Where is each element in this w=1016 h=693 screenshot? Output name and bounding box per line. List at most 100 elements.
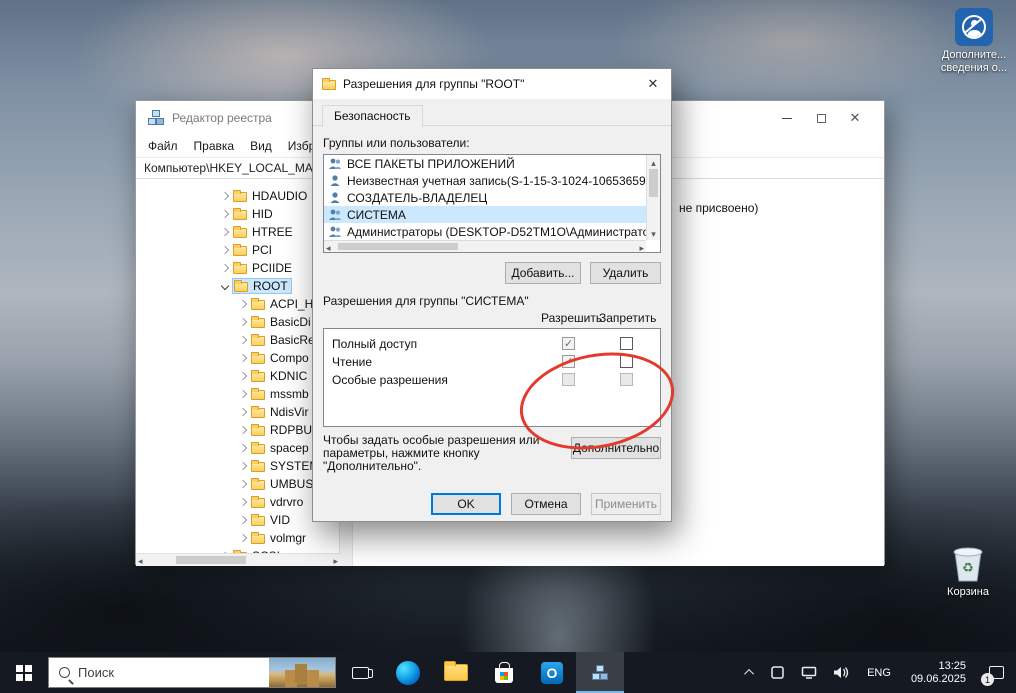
scroll-up-icon[interactable] xyxy=(651,155,656,169)
scroll-right-icon[interactable] xyxy=(331,551,340,566)
dialog-close-button[interactable] xyxy=(635,69,671,99)
minimize-icon xyxy=(782,118,792,119)
clock[interactable]: 13:25 09.06.2025 xyxy=(901,660,976,686)
group-item-system[interactable]: СИСТЕМА xyxy=(324,206,646,223)
tree-horizontal-scrollbar[interactable] xyxy=(136,553,340,566)
task-view-button[interactable] xyxy=(336,652,384,693)
desktop-icon-label: сведения о... xyxy=(938,62,1010,75)
remove-button[interactable]: Удалить xyxy=(590,262,661,284)
chevron-right-icon[interactable] xyxy=(239,480,247,488)
action-center-button[interactable]: 1 xyxy=(976,652,1016,693)
search-placeholder: Поиск xyxy=(78,665,114,680)
outlook-button[interactable]: O xyxy=(528,652,576,693)
chevron-right-icon[interactable] xyxy=(239,462,247,470)
edge-taskbar-button[interactable] xyxy=(384,652,432,693)
scroll-left-icon[interactable] xyxy=(136,551,145,566)
task-view-icon xyxy=(352,667,369,679)
maximize-button[interactable] xyxy=(804,103,838,133)
deny-column-header: Запретить xyxy=(599,311,656,325)
tray-overflow-button[interactable] xyxy=(739,652,762,693)
store-flag-icon xyxy=(500,672,508,680)
groups-horizontal-scrollbar[interactable] xyxy=(324,240,646,252)
folder-icon xyxy=(233,246,247,256)
folder-icon xyxy=(251,462,265,472)
chevron-right-icon[interactable] xyxy=(239,516,247,524)
info-app-icon xyxy=(955,8,993,46)
microsoft-store-button[interactable] xyxy=(480,652,528,693)
chevron-right-icon[interactable] xyxy=(221,192,229,200)
folder-icon xyxy=(251,534,265,544)
tree-item-volmgr[interactable]: volmgr xyxy=(136,529,352,547)
close-button[interactable] xyxy=(838,103,872,133)
search-highlight-image[interactable] xyxy=(269,658,335,687)
deny-checkbox-read[interactable] xyxy=(620,355,633,368)
network-button[interactable] xyxy=(793,652,825,693)
recycle-bin-icon[interactable]: ♻ Корзина xyxy=(932,542,1004,599)
scrollbar-thumb[interactable] xyxy=(176,556,246,564)
chevron-right-icon[interactable] xyxy=(239,318,247,326)
chevron-right-icon[interactable] xyxy=(221,264,229,272)
tablet-icon xyxy=(770,666,785,679)
chevron-right-icon[interactable] xyxy=(239,390,247,398)
chevron-up-icon xyxy=(744,669,754,679)
maximize-icon xyxy=(817,114,826,123)
chevron-right-icon[interactable] xyxy=(221,210,229,218)
menu-file[interactable]: Файл xyxy=(140,137,186,155)
deny-checkbox-full-control[interactable] xyxy=(620,337,633,350)
scroll-left-icon[interactable] xyxy=(324,240,333,254)
menu-edit[interactable]: Правка xyxy=(186,137,243,155)
dialog-titlebar[interactable]: Разрешения для группы "ROOT" xyxy=(313,69,671,99)
folder-icon xyxy=(233,228,247,238)
minimize-button[interactable] xyxy=(770,103,804,133)
chevron-right-icon[interactable] xyxy=(239,426,247,434)
folder-icon xyxy=(251,498,265,508)
groups-vertical-scrollbar[interactable] xyxy=(646,155,660,240)
folder-icon xyxy=(251,390,265,400)
group-item-all-packages[interactable]: ВСЕ ПАКЕТЫ ПРИЛОЖЕНИЙ xyxy=(324,155,646,172)
scrollbar-thumb[interactable] xyxy=(649,169,658,197)
scroll-right-icon[interactable] xyxy=(637,240,646,254)
start-button[interactable] xyxy=(0,652,48,693)
groups-label: Группы или пользователи: xyxy=(323,136,661,150)
chevron-right-icon[interactable] xyxy=(239,372,247,380)
value-text-fragment: не присвоено) xyxy=(679,201,758,215)
desktop-icon-info[interactable]: Дополните... сведения о... xyxy=(938,8,1010,75)
add-button[interactable]: Добавить... xyxy=(505,262,581,284)
chevron-right-icon[interactable] xyxy=(239,336,247,344)
group-item-administrators[interactable]: Администраторы (DESKTOP-D52TM1O\Админист… xyxy=(324,223,646,240)
chevron-right-icon[interactable] xyxy=(221,228,229,236)
chevron-right-icon[interactable] xyxy=(239,354,247,362)
taskbar-search-input[interactable]: Поиск xyxy=(48,657,336,688)
language-indicator[interactable]: ENG xyxy=(857,667,901,679)
scroll-down-icon[interactable] xyxy=(651,226,656,240)
permissions-dialog: Разрешения для группы "ROOT" Безопасност… xyxy=(312,68,672,522)
chevron-right-icon[interactable] xyxy=(239,534,247,542)
advanced-button[interactable]: Дополнительно xyxy=(571,437,661,459)
folder-icon xyxy=(251,354,265,364)
user-icon xyxy=(328,174,342,187)
advanced-note-text: Чтобы задать особые разрешения или парам… xyxy=(323,434,571,473)
scrollbar-thumb[interactable] xyxy=(338,243,458,250)
tab-security[interactable]: Безопасность xyxy=(322,105,423,128)
ok-button[interactable]: OK xyxy=(431,493,501,515)
chevron-right-icon[interactable] xyxy=(239,300,247,308)
chevron-right-icon[interactable] xyxy=(239,498,247,506)
folder-icon xyxy=(233,264,247,274)
chevron-right-icon[interactable] xyxy=(239,444,247,452)
chevron-right-icon[interactable] xyxy=(239,408,247,416)
group-item-creator-owner[interactable]: СОЗДАТЕЛЬ-ВЛАДЕЛЕЦ xyxy=(324,189,646,206)
edge-browser-icon xyxy=(396,661,420,685)
svg-text:♻: ♻ xyxy=(962,560,974,575)
regedit-window-title: Редактор реестра xyxy=(172,111,272,125)
group-item-unknown-account[interactable]: Неизвестная учетная запись(S-1-15-3-1024… xyxy=(324,172,646,189)
permission-row-special: Особые разрешения xyxy=(324,371,660,389)
chevron-down-icon[interactable] xyxy=(221,282,229,290)
group-icon xyxy=(328,157,342,170)
tray-device-button[interactable] xyxy=(762,652,793,693)
file-explorer-button[interactable] xyxy=(432,652,480,693)
registry-editor-taskbar-button[interactable] xyxy=(576,652,624,693)
chevron-right-icon[interactable] xyxy=(221,246,229,254)
cancel-button[interactable]: Отмена xyxy=(511,493,581,515)
volume-button[interactable] xyxy=(825,652,857,693)
menu-view[interactable]: Вид xyxy=(242,137,280,155)
